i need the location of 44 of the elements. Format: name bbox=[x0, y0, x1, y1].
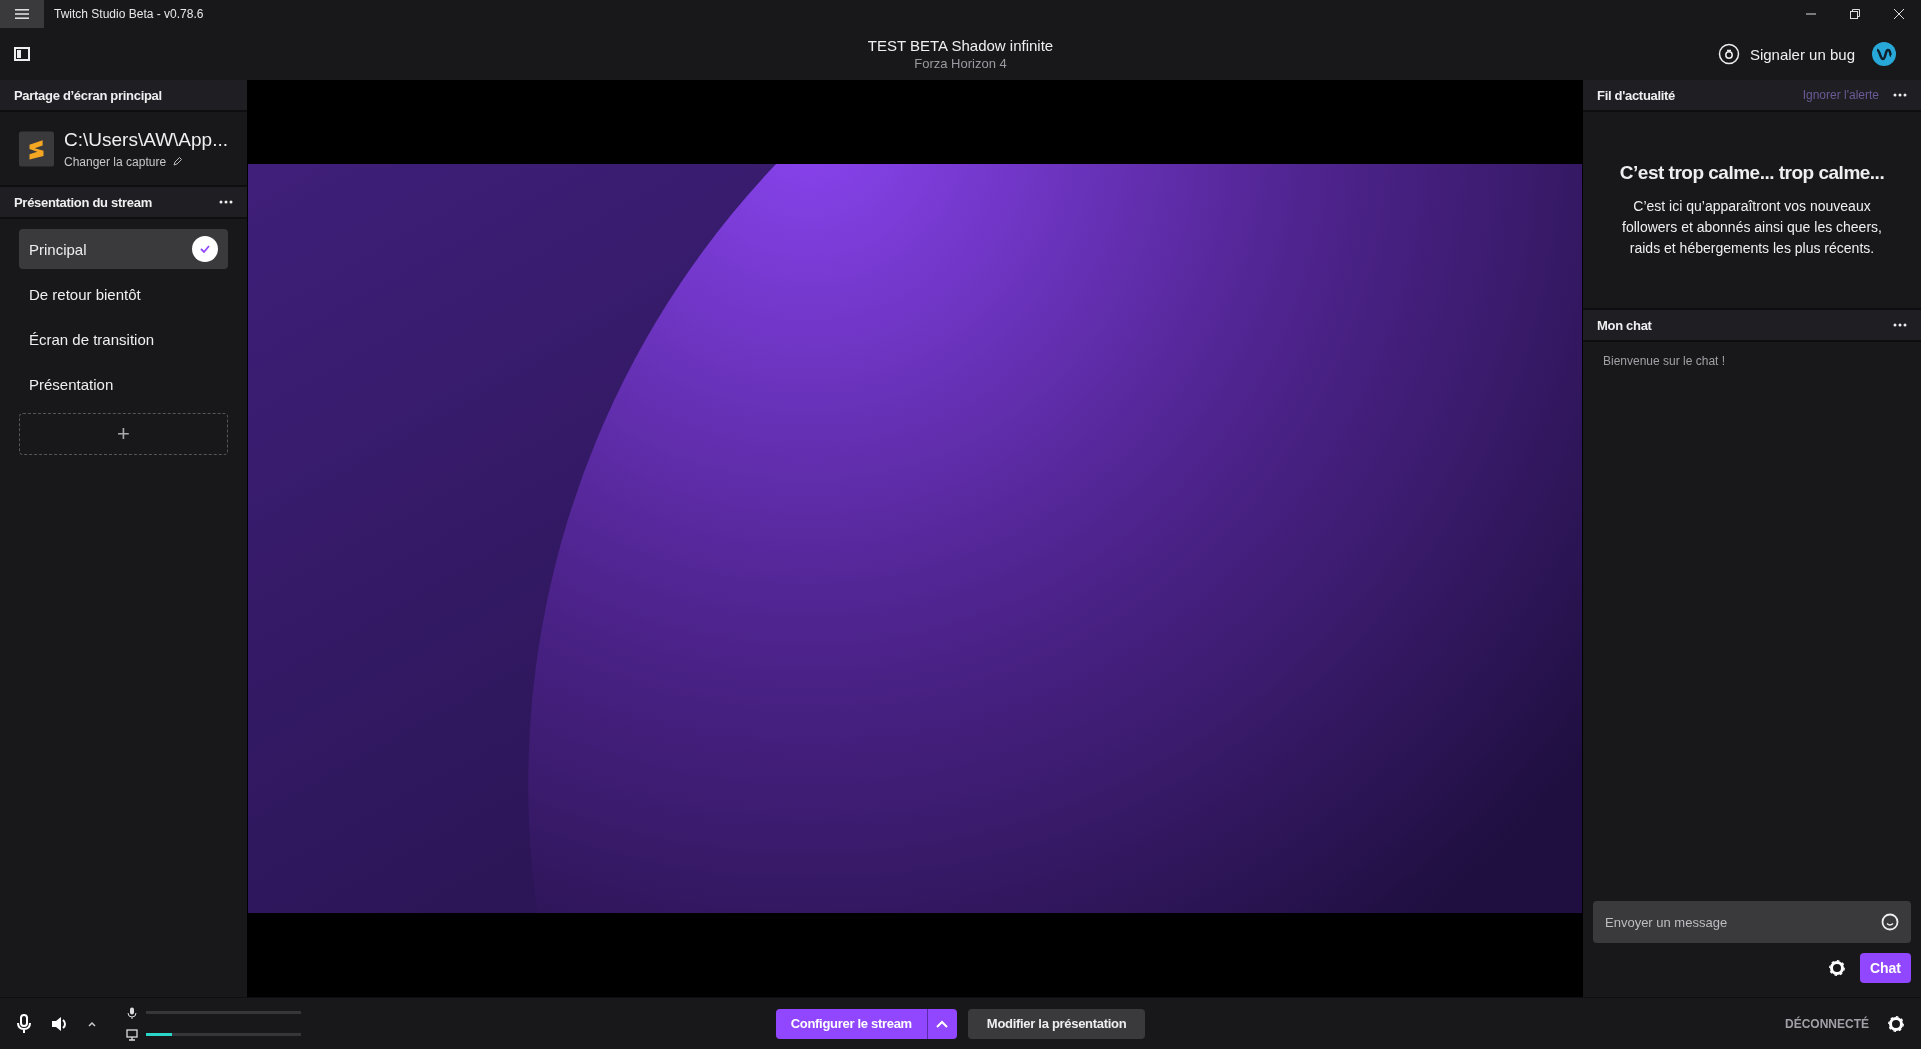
add-scene-button[interactable]: + bbox=[19, 413, 228, 455]
chat-button[interactable]: Chat bbox=[1859, 953, 1911, 983]
caret-icon bbox=[936, 1019, 949, 1028]
connection-status: DÉCONNECTÉ bbox=[1785, 1016, 1869, 1031]
pencil-icon[interactable] bbox=[172, 156, 184, 167]
caret-icon[interactable] bbox=[88, 1020, 96, 1027]
configure-stream-button[interactable]: Configurer le stream bbox=[775, 1008, 927, 1039]
report-bug-button[interactable]: Signaler un bug bbox=[1717, 43, 1855, 65]
change-capture-link[interactable]: Changer la capture bbox=[64, 154, 228, 169]
settings-icon[interactable] bbox=[1887, 1014, 1905, 1033]
sidebar-toggle-icon[interactable] bbox=[14, 47, 30, 61]
scene-item[interactable]: Écran de transition bbox=[19, 319, 228, 359]
close-icon[interactable] bbox=[1892, 7, 1906, 21]
section-title: Partage d’écran principal bbox=[14, 87, 162, 103]
bug-icon bbox=[1717, 43, 1740, 65]
monitor-icon bbox=[126, 1028, 138, 1041]
game-name: Forza Horizon 4 bbox=[914, 56, 1007, 71]
restore-icon[interactable] bbox=[1848, 7, 1862, 21]
chat-message-field[interactable]: Envoyer un message bbox=[1593, 901, 1911, 943]
capture-name: C:\Users\AW\App... bbox=[64, 128, 228, 151]
menu-button[interactable] bbox=[0, 0, 44, 28]
scene-item[interactable]: Présentation bbox=[19, 364, 228, 404]
more-icon[interactable] bbox=[1893, 323, 1907, 327]
check-icon bbox=[192, 236, 218, 262]
stream-title: TEST BETA Shadow infinite bbox=[867, 37, 1054, 54]
emoji-icon[interactable] bbox=[1881, 913, 1899, 931]
menu-icon bbox=[15, 8, 29, 20]
edit-layout-button[interactable]: Modifier la présentation bbox=[967, 1008, 1146, 1039]
empty-feed-title: C’est trop calme... trop calme... bbox=[1619, 161, 1885, 184]
section-title: Mon chat bbox=[1597, 317, 1652, 333]
section-title: Fil d'actualité bbox=[1597, 87, 1676, 103]
more-icon[interactable] bbox=[1893, 93, 1907, 97]
scene-item[interactable]: Principal bbox=[19, 229, 228, 269]
section-title: Présentation du stream bbox=[14, 194, 152, 210]
empty-feed-text: C’est ici qu’apparaîtront vos nouveaux followers et abonnés ainsi que les cheers, raids et hébergements les plus récents. bbox=[1621, 196, 1883, 258]
window-title: Twitch Studio Beta - v0.78.6 bbox=[54, 7, 204, 21]
more-icon[interactable] bbox=[219, 200, 233, 204]
expand-button[interactable] bbox=[926, 1008, 957, 1039]
chat-welcome-message: Bienvenue sur le chat ! bbox=[1602, 354, 1727, 368]
microphone-icon bbox=[126, 1006, 138, 1019]
settings-icon[interactable] bbox=[1827, 959, 1846, 977]
microphone-icon[interactable] bbox=[16, 1013, 32, 1034]
avatar-icon[interactable] bbox=[1871, 41, 1897, 67]
scene-item[interactable]: De retour bientôt bbox=[19, 274, 228, 314]
